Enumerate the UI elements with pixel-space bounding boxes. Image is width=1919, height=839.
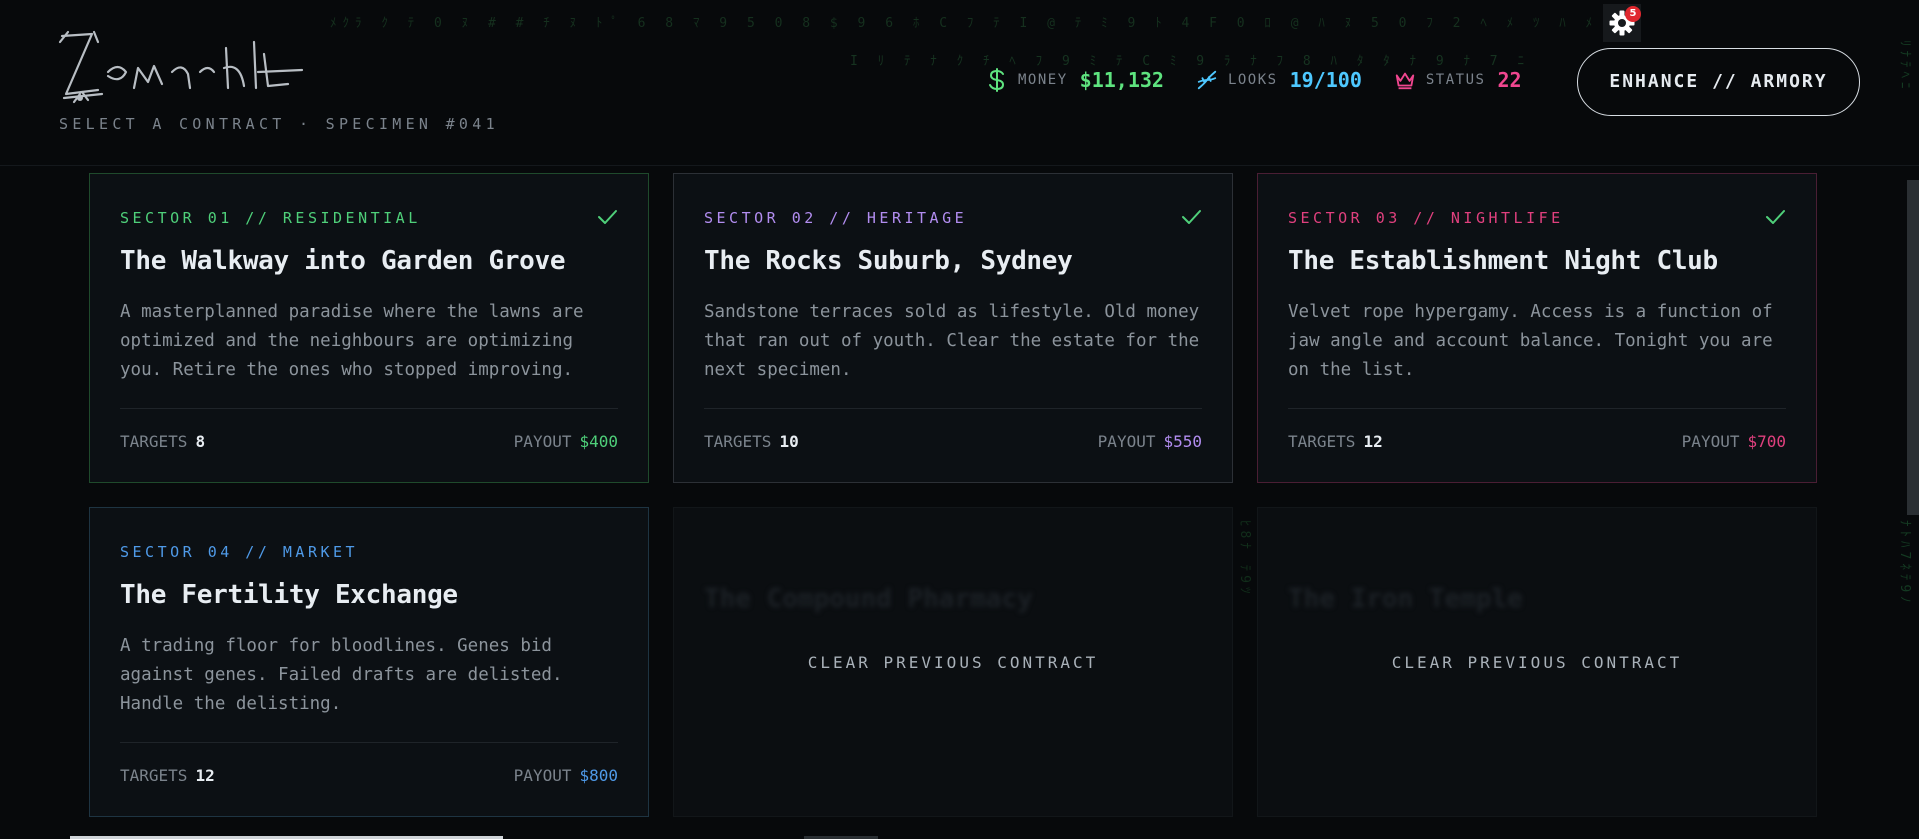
locked-message: CLEAR PREVIOUS CONTRACT [807,652,1099,672]
card-title: The Walkway into Garden Grove [120,246,566,276]
card-title: The Rocks Suburb, Sydney [704,246,1073,276]
contract-card-heritage[interactable]: SECTOR 02 // HERITAGE The Rocks Suburb, … [673,173,1233,483]
card-description: Sandstone terraces sold as lifestyle. Ol… [704,302,1200,380]
payout-value: $550 [1163,432,1202,451]
card-title: The Establishment Night Club [1288,246,1718,276]
card-description: A masterplanned paradise where the lawns… [120,302,584,380]
brand-logo [58,30,304,104]
card-divider [704,408,1202,409]
background-glyphs: ﾋ8ﾅ ﾃ9ﾂ [1237,520,1252,598]
card-divider [1288,408,1786,409]
payout-label: PAYOUT [1097,432,1156,451]
targets-label: TARGETS [120,432,188,451]
payout-label: PAYOUT [513,432,572,451]
card-targets: TARGETS 12 [120,766,215,785]
targets-value: 10 [779,432,799,451]
card-title: The Fertility Exchange [120,580,458,610]
card-description: A trading floor for bloodlines. Genes bi… [120,636,563,714]
background-glyphs: ﾅﾄﾊ7ﾈﾃ9ﾉ [1897,520,1912,607]
stat-value: 19/100 [1289,68,1362,92]
targets-label: TARGETS [120,766,188,785]
targets-label: TARGETS [704,432,772,451]
stat-label: LOOKS [1227,72,1278,88]
card-divider [120,408,618,409]
card-targets: TARGETS 12 [1288,432,1383,451]
card-payout: PAYOUT $550 [1098,432,1202,451]
card-payout: PAYOUT $700 [1682,432,1786,451]
card-description: Velvet rope hypergamy. Access is a funct… [1288,302,1773,380]
payout-label: PAYOUT [1681,432,1740,451]
stat-value: $11,132 [1079,68,1164,92]
stat-status: STATUS 22 [1394,68,1522,92]
payout-value: $400 [579,432,618,451]
targets-value: 12 [1363,432,1383,451]
targets-label: TARGETS [1288,432,1356,451]
card-targets: TARGETS 10 [704,432,799,451]
player-stats: MONEY $11,132 LOOKS 19/100 STATUS 22 [986,68,1554,92]
dollar-icon [986,68,1008,92]
scrollbar[interactable] [1907,180,1919,515]
stat-label: MONEY [1018,72,1068,88]
settings-button[interactable]: 5 [1603,4,1641,42]
card-sector: SECTOR 03 // NIGHTLIFE [1288,209,1564,227]
crown-icon [1394,69,1416,91]
card-sector: SECTOR 01 // RESIDENTIAL [120,209,421,227]
payout-value: $800 [579,766,618,785]
card-targets: TARGETS 8 [120,432,205,451]
payout-label: PAYOUT [513,766,572,785]
notification-badge: 5 [1625,6,1641,22]
stat-label: STATUS [1425,72,1486,88]
card-divider [120,742,618,743]
locked-contract-card: The Compound Pharmacy CLEAR PREVIOUS CON… [673,507,1233,817]
contract-card-residential[interactable]: SECTOR 01 // RESIDENTIAL The Walkway int… [89,173,649,483]
stat-money: MONEY $11,132 [986,68,1164,92]
locked-message: CLEAR PREVIOUS CONTRACT [1391,652,1683,672]
check-icon [1182,210,1201,224]
targets-value: 12 [195,766,215,785]
locked-contract-card: The Iron Temple CLEAR PREVIOUS CONTRACT [1257,507,1817,817]
stat-value: 22 [1497,68,1522,92]
dna-icon [1196,69,1218,91]
check-icon [1766,210,1785,224]
card-sector: SECTOR 04 // MARKET [120,543,359,561]
contract-card-nightlife[interactable]: SECTOR 03 // NIGHTLIFE The Establishment… [1257,173,1817,483]
page-subtitle: SELECT A CONTRACT · SPECIMEN #041 [59,115,499,133]
check-icon [598,210,617,224]
card-payout: PAYOUT $800 [514,766,618,785]
targets-value: 8 [195,432,206,451]
enhance-armory-button[interactable]: ENHANCE // ARMORY [1577,48,1860,116]
card-sector: SECTOR 02 // HERITAGE [704,209,968,227]
card-payout: PAYOUT $400 [514,432,618,451]
contract-card-market[interactable]: SECTOR 04 // MARKET The Fertility Exchan… [89,507,649,817]
payout-value: $700 [1747,432,1786,451]
stat-looks: LOOKS 19/100 [1196,68,1362,92]
